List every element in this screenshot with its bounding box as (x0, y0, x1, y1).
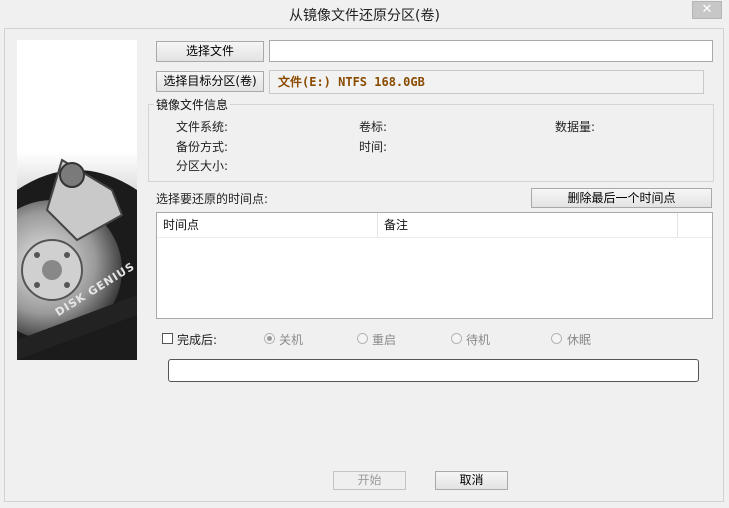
disk-genius-logo: DISK GENIUS (17, 40, 137, 360)
radio-shutdown[interactable] (264, 333, 275, 344)
radio-restart[interactable] (357, 333, 368, 344)
window-title: 从镜像文件还原分区(卷) (289, 8, 440, 24)
column-header-timepoint[interactable]: 时间点 (157, 213, 378, 237)
progress-bar (168, 359, 699, 382)
timepoints-heading: 选择要还原的时间点: (156, 192, 269, 206)
select-file-button[interactable]: 选择文件 (156, 41, 264, 62)
backup-mode-label: 备份方式: (176, 140, 229, 154)
partition-size-label: 分区大小: (176, 159, 229, 173)
target-partition-display: 文件(E:) NTFS 168.0GB (269, 70, 704, 94)
close-button[interactable]: ✕ (692, 1, 722, 19)
image-info-group-label: 镜像文件信息 (154, 96, 231, 113)
radio-standby[interactable] (451, 333, 462, 344)
filesystem-label: 文件系统: (176, 120, 229, 134)
radio-hibernate[interactable] (551, 333, 562, 344)
header-divider (157, 237, 712, 238)
after-complete-checkbox[interactable] (162, 333, 173, 344)
select-target-partition-button[interactable]: 选择目标分区(卷) (156, 71, 264, 92)
data-amount-label: 数据量: (555, 120, 596, 134)
delete-last-timepoint-button[interactable]: 删除最后一个时间点 (531, 188, 712, 208)
radio-shutdown-label: 关机 (279, 333, 304, 347)
close-icon: ✕ (701, 2, 713, 17)
cancel-button[interactable]: 取消 (435, 471, 508, 490)
start-button[interactable]: 开始 (333, 471, 406, 490)
timepoints-list[interactable]: 时间点 备注 (156, 212, 713, 319)
column-header-note[interactable]: 备注 (378, 213, 678, 237)
volume-label: 卷标: (359, 120, 388, 134)
after-complete-label: 完成后: (177, 333, 218, 347)
image-info-group (148, 104, 714, 182)
radio-standby-label: 待机 (466, 333, 491, 347)
time-label: 时间: (359, 140, 388, 154)
file-path-input[interactable] (269, 40, 713, 62)
radio-hibernate-label: 休眠 (567, 333, 592, 347)
radio-restart-label: 重启 (372, 333, 397, 347)
